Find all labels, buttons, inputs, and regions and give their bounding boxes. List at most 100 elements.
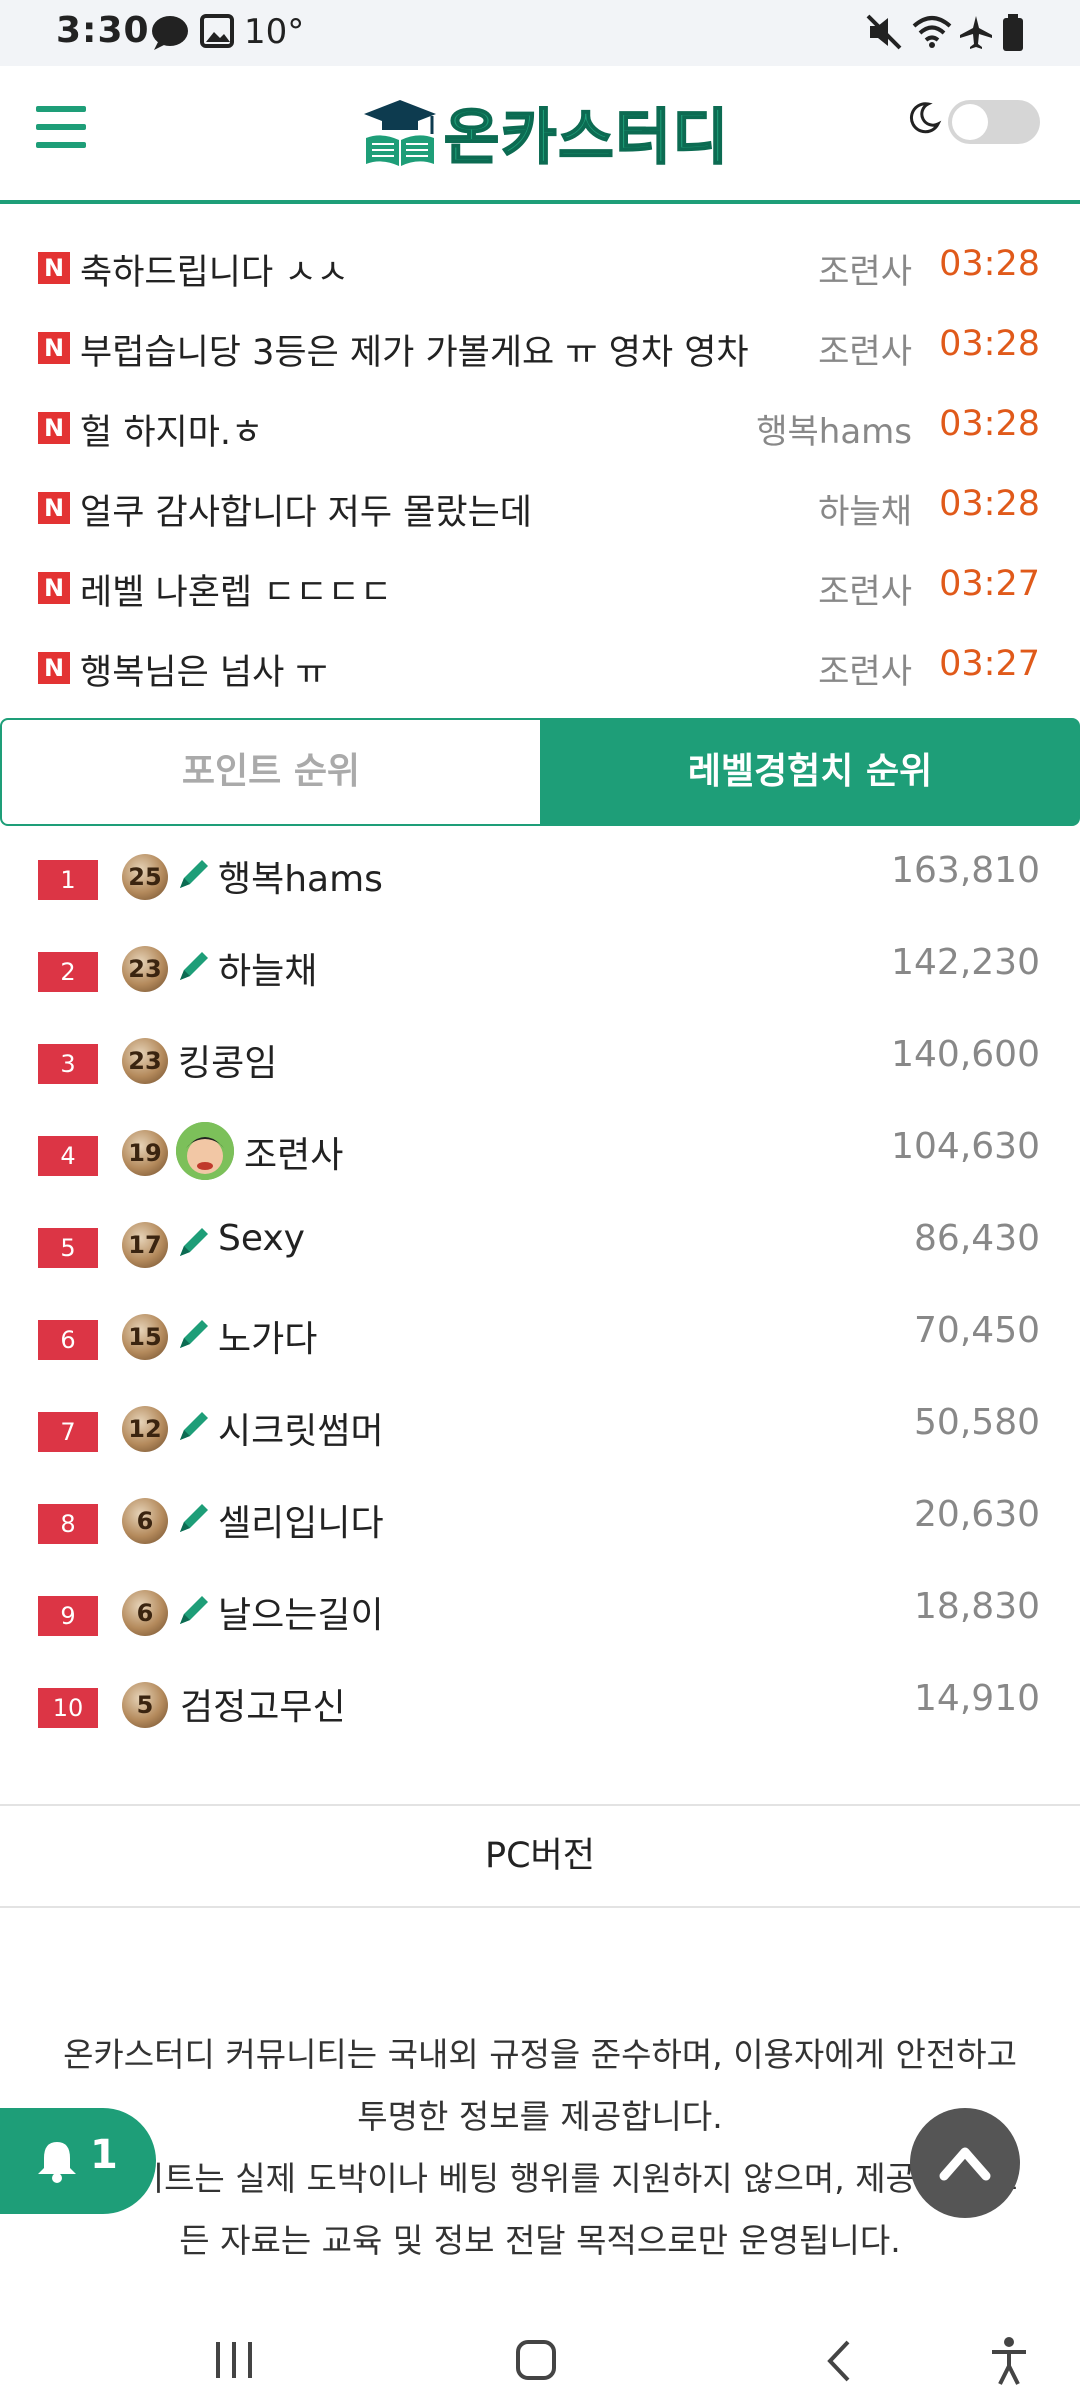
rank-number: 6 <box>38 1320 98 1360</box>
member-score: 104,630 <box>891 1126 1040 1167</box>
post-item[interactable]: N 행복님은 넘사 ㅠ 조련사 03:27 <box>0 630 1080 710</box>
post-title[interactable]: 얼쿠 감사합니다 저두 몰랐는데 <box>80 484 532 535</box>
notification-count: 1 <box>90 2132 118 2178</box>
member-name[interactable]: Sexy <box>218 1218 305 1259</box>
logo-text: 온카스터디 <box>443 102 730 174</box>
status-time: 3:30 <box>56 10 150 51</box>
rank-number: 2 <box>38 952 98 992</box>
new-badge-icon: N <box>38 492 70 524</box>
ranking-row[interactable]: 7 12 시크릿썸머 50,580 <box>0 1382 1080 1474</box>
scroll-to-top-button[interactable] <box>910 2108 1020 2218</box>
pencil-icon <box>180 1412 208 1440</box>
post-author: 조련사 <box>818 252 912 292</box>
recent-apps-icon[interactable] <box>212 2340 258 2380</box>
post-author: 하늘채 <box>818 492 912 532</box>
post-title[interactable]: 행복님은 넘사 ㅠ <box>80 644 328 695</box>
rank-number: 5 <box>38 1228 98 1268</box>
ranking-tabs: 포인트 순위 레벨경험치 순위 <box>0 718 1080 826</box>
member-name[interactable]: 날으는길이 <box>218 1586 384 1638</box>
pc-version-link[interactable]: PC버전 <box>0 1806 1080 1906</box>
member-name[interactable]: 킹콩임 <box>178 1034 277 1086</box>
member-name[interactable]: 셀리입니다 <box>218 1494 384 1546</box>
level-badge-icon: 6 <box>122 1590 168 1636</box>
rank-number: 10 <box>38 1688 98 1728</box>
rank-number: 1 <box>38 860 98 900</box>
divider <box>0 1906 1080 1908</box>
home-icon[interactable] <box>514 2338 558 2382</box>
member-name[interactable]: 조련사 <box>244 1126 343 1178</box>
pencil-icon <box>180 860 208 888</box>
back-icon[interactable] <box>822 2338 856 2384</box>
level-badge-icon: 12 <box>122 1406 168 1452</box>
pencil-icon <box>180 1596 208 1624</box>
post-item[interactable]: N 헐 하지마.ㅎ 행복hams 03:28 <box>0 390 1080 470</box>
site-logo[interactable]: 온카스터디 <box>362 94 730 174</box>
battery-icon <box>1003 14 1023 51</box>
level-badge-icon: 15 <box>122 1314 168 1360</box>
member-name[interactable]: 시크릿썸머 <box>218 1402 384 1454</box>
ranking-row[interactable]: 5 17 Sexy 86,430 <box>0 1198 1080 1290</box>
status-temperature: 10° <box>244 12 305 52</box>
chat-bubble-icon <box>152 16 188 50</box>
ranking-row[interactable]: 1 25 행복hams 163,810 <box>0 830 1080 922</box>
post-time: 03:28 <box>939 484 1040 524</box>
post-item[interactable]: N 얼쿠 감사합니다 저두 몰랐는데 하늘채 03:28 <box>0 470 1080 550</box>
post-author: 조련사 <box>818 652 912 692</box>
post-title[interactable]: 헐 하지마.ㅎ <box>80 404 263 455</box>
post-time: 03:27 <box>939 564 1040 604</box>
dark-mode-toggle[interactable] <box>948 100 1040 144</box>
member-score: 86,430 <box>914 1218 1040 1259</box>
member-score: 142,230 <box>891 942 1040 983</box>
ranking-row[interactable]: 4 19 조련사 104,630 <box>0 1106 1080 1198</box>
new-badge-icon: N <box>38 412 70 444</box>
member-name[interactable]: 하늘채 <box>218 942 317 994</box>
member-score: 50,580 <box>914 1402 1040 1443</box>
post-time: 03:27 <box>939 644 1040 684</box>
toggle-knob <box>952 104 988 140</box>
ranking-row[interactable]: 8 6 셀리입니다 20,630 <box>0 1474 1080 1566</box>
ranking-row[interactable]: 6 15 노가다 70,450 <box>0 1290 1080 1382</box>
avatar <box>176 1122 234 1180</box>
footer-disclaimer: 온카스터디 커뮤니티는 국내외 규정을 준수하며, 이용자에게 안전하고 투명한… <box>30 2024 1050 2272</box>
new-badge-icon: N <box>38 332 70 364</box>
status-bar: 3:30 10° <box>0 0 1080 66</box>
member-score: 70,450 <box>914 1310 1040 1351</box>
tab-level-ranking[interactable]: 레벨경험치 순위 <box>540 718 1080 826</box>
member-name[interactable]: 검정고무신 <box>180 1678 346 1730</box>
site-header: 온카스터디 <box>0 66 1080 204</box>
member-score: 18,830 <box>914 1586 1040 1627</box>
ranking-row[interactable]: 10 5 검정고무신 14,910 <box>0 1658 1080 1750</box>
chevron-up-icon <box>939 2147 991 2181</box>
level-badge-icon: 25 <box>122 854 168 900</box>
level-badge-icon: 6 <box>122 1498 168 1544</box>
moon-icon <box>909 102 942 134</box>
notification-button[interactable]: 1 <box>0 2108 156 2214</box>
tab-point-ranking[interactable]: 포인트 순위 <box>0 718 540 826</box>
post-item[interactable]: N 부럽습니당 3등은 제가 가볼게요 ㅠ 영차 영차 조련사 03:28 <box>0 310 1080 390</box>
member-score: 163,810 <box>891 850 1040 891</box>
post-title[interactable]: 레벨 나혼렙 ㄷㄷㄷㄷ <box>80 564 392 615</box>
post-item[interactable]: N 축하드립니다 ㅅㅅ 조련사 03:28 <box>0 230 1080 310</box>
ranking-row[interactable]: 2 23 하늘채 142,230 <box>0 922 1080 1014</box>
ranking-row[interactable]: 3 23 킹콩임 140,600 <box>0 1014 1080 1106</box>
member-name[interactable]: 노가다 <box>218 1310 317 1362</box>
avatar-image <box>176 1122 234 1180</box>
menu-icon[interactable] <box>36 106 86 152</box>
tab-label: 레벨경험치 순위 <box>687 751 933 792</box>
post-title[interactable]: 축하드립니다 ㅅㅅ <box>80 244 349 295</box>
post-item[interactable]: N 레벨 나혼렙 ㄷㄷㄷㄷ 조련사 03:27 <box>0 550 1080 630</box>
new-badge-icon: N <box>38 252 70 284</box>
ranking-row[interactable]: 9 6 날으는길이 18,830 <box>0 1566 1080 1658</box>
member-name[interactable]: 행복hams <box>218 850 383 902</box>
footer-line: 온카스터디 커뮤니티는 국내외 규정을 준수하며, 이용자에게 안전하고 <box>63 2035 1017 2074</box>
system-navigation-bar <box>0 2300 1080 2408</box>
accessibility-icon[interactable] <box>988 2336 1030 2386</box>
rank-number: 4 <box>38 1136 98 1176</box>
rank-number: 9 <box>38 1596 98 1636</box>
member-score: 140,600 <box>891 1034 1040 1075</box>
post-title[interactable]: 부럽습니당 3등은 제가 가볼게요 ㅠ 영차 영차 <box>80 324 749 375</box>
rank-number: 7 <box>38 1412 98 1452</box>
post-time: 03:28 <box>939 404 1040 444</box>
footer-line: 투명한 정보를 제공합니다. <box>357 2097 723 2136</box>
new-badge-icon: N <box>38 572 70 604</box>
